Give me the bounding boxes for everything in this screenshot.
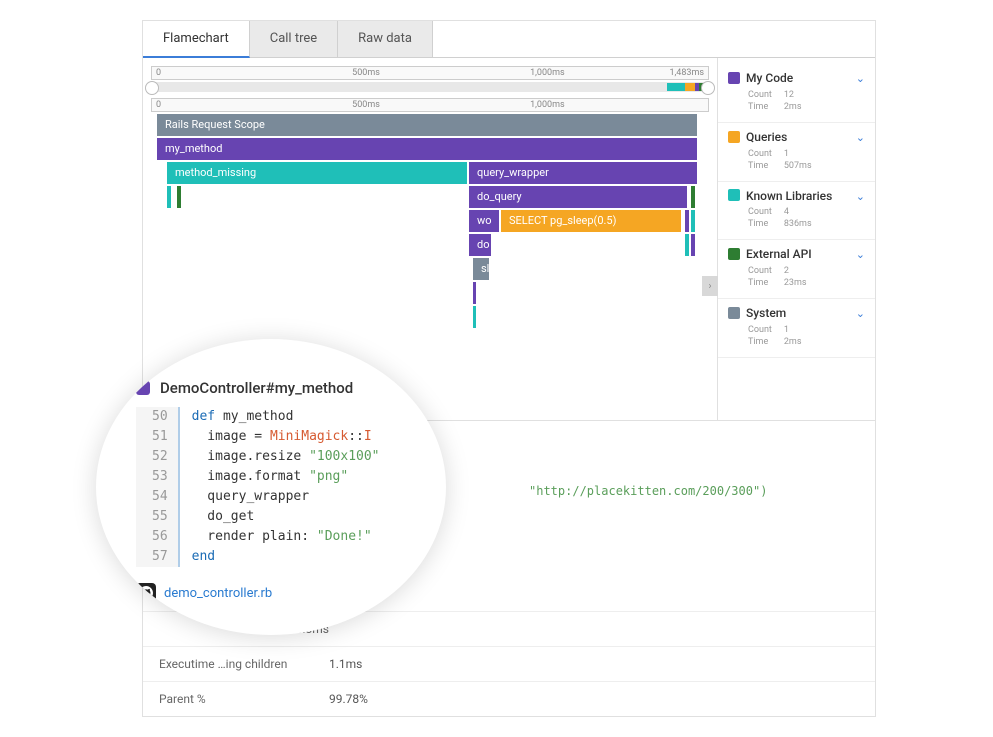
stat-value: 99.78%	[329, 692, 368, 706]
ruler-mark: 1,483ms	[669, 68, 704, 78]
flame-graph: Rails Request Scope my_method method_mis…	[157, 114, 717, 328]
legend-name: External API	[746, 247, 812, 261]
legend-name: Queries	[746, 130, 787, 144]
github-icon[interactable]	[136, 583, 156, 603]
chevron-right-icon: ›	[708, 281, 711, 292]
legend-time: 23ms	[784, 278, 817, 288]
legend-name: My Code	[746, 71, 793, 85]
legend-count: 2	[784, 266, 817, 276]
ruler-mark: 500ms	[352, 100, 380, 110]
view-tabs: Flamechart Call tree Raw data	[143, 21, 875, 58]
overview-ruler: 0 500ms 1,000ms 1,483ms	[151, 66, 709, 80]
flame-bar[interactable]: SELECT pg_sleep(0.5)	[501, 210, 681, 232]
color-swatch	[728, 248, 740, 260]
source-code: def my_method image = MiniMagick::I imag…	[180, 407, 380, 567]
chevron-down-icon[interactable]: ⌄	[856, 248, 865, 261]
line-gutter: 5051525354555657	[136, 407, 180, 567]
legend-count: 4	[784, 207, 822, 217]
stat-row: Parent %99.78%	[143, 681, 875, 716]
legend-name: System	[746, 306, 786, 320]
chevron-down-icon[interactable]: ⌄	[856, 307, 865, 320]
url-fragment: "http://placekitten.com/200/300")	[529, 484, 767, 498]
ruler-mark: 500ms	[352, 68, 380, 78]
legend-item-queries[interactable]: Queries⌄ Count1Time507ms	[718, 123, 875, 182]
range-slider[interactable]	[151, 82, 709, 92]
legend-time: 507ms	[784, 161, 822, 171]
legend-item-known-libraries[interactable]: Known Libraries⌄ Count4Time836ms	[718, 182, 875, 241]
chevron-down-icon[interactable]: ⌄	[856, 190, 865, 203]
flame-bar[interactable]: do_query	[469, 186, 687, 208]
legend-count: 1	[784, 325, 812, 335]
flame-bar[interactable]: query_wrapper	[469, 162, 697, 184]
color-swatch	[136, 381, 150, 395]
flame-bar[interactable]: method_missing	[167, 162, 467, 184]
stat-row: Executime …ing children1.1ms	[143, 646, 875, 681]
flame-bar[interactable]: Rails Request Scope	[157, 114, 697, 136]
color-swatch	[728, 307, 740, 319]
ruler-mark: 1,000ms	[530, 68, 565, 78]
tab-call-tree[interactable]: Call tree	[250, 21, 338, 57]
color-swatch	[728, 131, 740, 143]
legend-time: 2ms	[784, 337, 812, 347]
flame-bar[interactable]: wo	[469, 210, 499, 232]
stat-label: Parent %	[159, 692, 329, 706]
legend-time: 2ms	[784, 102, 812, 112]
flame-stub[interactable]	[685, 234, 689, 256]
stat-label: Executime …ing children	[159, 657, 329, 671]
tab-raw-data[interactable]: Raw data	[338, 21, 433, 57]
legend-count: 12	[784, 90, 812, 100]
flame-bar[interactable]: do	[469, 234, 491, 256]
flame-stub[interactable]	[473, 306, 476, 328]
flame-bar[interactable]: sl	[473, 258, 489, 280]
ruler-mark: 0	[156, 68, 161, 78]
flame-stub[interactable]	[473, 282, 476, 304]
tab-flamechart[interactable]: Flamechart	[143, 21, 250, 58]
flame-stub[interactable]	[691, 210, 695, 232]
stat-value: 1.1ms	[329, 657, 362, 671]
source-file-link[interactable]: demo_controller.rb	[164, 586, 272, 601]
scroll-right-button[interactable]: ›	[702, 276, 718, 296]
flame-stub[interactable]	[167, 186, 171, 208]
legend-time: 836ms	[784, 219, 822, 229]
detail-ruler: 0 500ms 1,000ms	[151, 98, 709, 112]
chevron-down-icon[interactable]: ⌄	[856, 131, 865, 144]
flame-stub[interactable]	[691, 234, 695, 256]
legend-sidebar: My Code⌄ Count12Time2ms Queries⌄ Count1T…	[717, 58, 875, 420]
flame-stub[interactable]	[685, 210, 689, 232]
chevron-down-icon[interactable]: ⌄	[856, 72, 865, 85]
legend-item-mycode[interactable]: My Code⌄ Count12Time2ms	[718, 64, 875, 123]
legend-count: 1	[784, 149, 822, 159]
flame-stub[interactable]	[177, 186, 181, 208]
flame-bar[interactable]: my_method	[157, 138, 697, 160]
color-swatch	[728, 189, 740, 201]
popup-title: DemoController#my_method	[160, 379, 353, 397]
code-popup: DemoController#my_method 505152535455565…	[96, 339, 446, 635]
ruler-mark: 1,000ms	[530, 100, 565, 110]
legend-item-system[interactable]: System⌄ Count1Time2ms	[718, 299, 875, 358]
legend-name: Known Libraries	[746, 188, 832, 202]
color-swatch	[728, 72, 740, 84]
legend-item-external-api[interactable]: External API⌄ Count2Time23ms	[718, 240, 875, 299]
ruler-mark: 0	[156, 100, 161, 110]
flame-stub[interactable]	[691, 186, 695, 208]
